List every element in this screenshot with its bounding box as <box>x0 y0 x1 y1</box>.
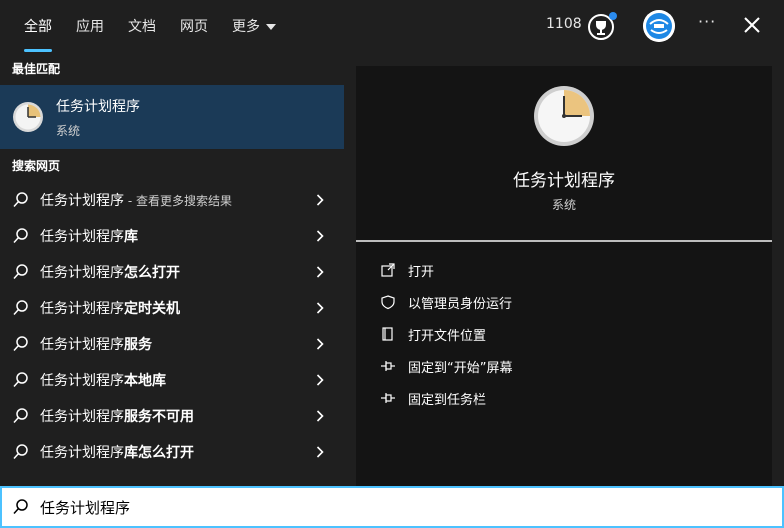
web-result-row[interactable]: 任务计划程序本地库 <box>0 362 344 398</box>
result-suffix: 库怎么打开 <box>124 445 194 461</box>
action-label: 固定到任务栏 <box>408 392 487 408</box>
chevron-right-icon <box>316 194 324 206</box>
search-icon <box>13 372 28 388</box>
open-file-location-action[interactable]: 打开文件位置 <box>356 318 772 350</box>
chevron-right-icon <box>316 410 324 422</box>
result-text: 任务计划程序 <box>40 229 124 245</box>
chevron-right-icon <box>316 266 324 278</box>
divider <box>356 240 772 242</box>
chevron-right-icon <box>316 230 324 242</box>
tab-label: 全部 <box>24 19 52 35</box>
search-bar <box>0 486 784 528</box>
best-match-subtitle: 系统 <box>56 123 81 138</box>
web-result-row[interactable]: 任务计划程序库 <box>0 218 344 254</box>
chevron-right-icon <box>316 302 324 314</box>
tab-label: 文档 <box>128 19 156 35</box>
action-label: 打开 <box>408 264 435 280</box>
result-text: 任务计划程序 <box>40 193 124 209</box>
search-icon <box>13 192 28 208</box>
caret-down-icon <box>266 24 276 30</box>
tab-label: 应用 <box>76 19 104 35</box>
result-suffix: 库 <box>124 229 138 245</box>
search-icon <box>13 444 28 460</box>
search-icon <box>13 336 28 352</box>
chevron-right-icon <box>316 446 324 458</box>
results-list: 最佳匹配 任务计划程序 系统 搜索网页 任务计划程序 - 查看更多搜索结果 任务… <box>0 52 344 486</box>
tab-apps[interactable]: 应用 <box>64 0 116 52</box>
result-hint: - 查看更多搜索结果 <box>124 194 232 208</box>
close-icon[interactable] <box>741 14 763 36</box>
result-text: 任务计划程序 <box>40 409 124 425</box>
web-result-row[interactable]: 任务计划程序服务不可用 <box>0 398 344 434</box>
result-text: 任务计划程序 <box>40 301 124 317</box>
result-text: 任务计划程序 <box>40 373 124 389</box>
result-suffix: 服务不可用 <box>124 409 194 425</box>
search-icon <box>13 228 28 244</box>
search-input[interactable] <box>40 498 740 516</box>
search-icon <box>13 408 28 424</box>
result-suffix: 服务 <box>124 337 152 353</box>
chevron-right-icon <box>316 374 324 386</box>
detail-panel: 任务计划程序 系统 打开 以管理员身份运行 打开文件位置 固定到“开始”屏幕 固… <box>356 66 772 486</box>
clock-icon <box>13 102 43 132</box>
tab-label: 更多 <box>232 19 260 35</box>
tab-web[interactable]: 网页 <box>168 0 220 52</box>
action-label: 以管理员身份运行 <box>408 296 513 312</box>
web-result-row[interactable]: 任务计划程序定时关机 <box>0 290 344 326</box>
web-result-row[interactable]: 任务计划程序服务 <box>0 326 344 362</box>
action-label: 固定到“开始”屏幕 <box>408 360 513 376</box>
best-match-heading: 最佳匹配 <box>12 62 61 76</box>
top-bar: 全部 应用 文档 网页 更多 1108 ··· <box>0 0 784 52</box>
result-suffix: 定时关机 <box>124 301 180 317</box>
run-as-admin-action[interactable]: 以管理员身份运行 <box>356 286 772 318</box>
tab-more[interactable]: 更多 <box>220 0 288 52</box>
result-text: 任务计划程序 <box>40 337 124 353</box>
result-text: 任务计划程序 <box>40 445 124 461</box>
pin-to-taskbar-action[interactable]: 固定到任务栏 <box>356 382 772 414</box>
action-label: 打开文件位置 <box>408 328 487 344</box>
action-list: 打开 以管理员身份运行 打开文件位置 固定到“开始”屏幕 固定到任务栏 <box>356 254 772 414</box>
pin-to-start-action[interactable]: 固定到“开始”屏幕 <box>356 350 772 382</box>
file-location-icon <box>382 327 393 341</box>
web-result-row[interactable]: 任务计划程序库怎么打开 <box>0 434 344 470</box>
chevron-right-icon <box>316 338 324 350</box>
open-action[interactable]: 打开 <box>356 254 772 286</box>
result-suffix: 本地库 <box>124 373 166 389</box>
shield-icon <box>381 295 395 310</box>
web-result-row[interactable]: 任务计划程序怎么打开 <box>0 254 344 290</box>
tab-all[interactable]: 全部 <box>12 0 64 52</box>
clock-icon <box>534 86 594 146</box>
open-icon <box>381 263 395 277</box>
pin-icon <box>381 393 395 403</box>
rewards-trophy-icon[interactable] <box>587 10 619 42</box>
search-icon <box>13 499 28 515</box>
best-match-item[interactable]: 任务计划程序 系统 <box>0 85 344 149</box>
filter-tabs: 全部 应用 文档 网页 更多 <box>12 0 288 52</box>
pin-icon <box>381 361 395 371</box>
result-text: 任务计划程序 <box>40 265 124 281</box>
web-result-row[interactable]: 任务计划程序 - 查看更多搜索结果 <box>0 182 344 218</box>
rewards-points: 1108 <box>546 16 582 32</box>
tab-documents[interactable]: 文档 <box>116 0 168 52</box>
search-icon <box>13 264 28 280</box>
best-match-title: 任务计划程序 <box>56 98 140 115</box>
avatar[interactable] <box>643 10 675 42</box>
app-type: 系统 <box>551 198 576 212</box>
search-icon <box>13 300 28 316</box>
more-options-button[interactable]: ··· <box>698 12 716 31</box>
result-suffix: 怎么打开 <box>124 265 180 281</box>
app-title: 任务计划程序 <box>513 171 615 191</box>
search-web-heading: 搜索网页 <box>12 159 61 173</box>
tab-label: 网页 <box>180 19 208 35</box>
